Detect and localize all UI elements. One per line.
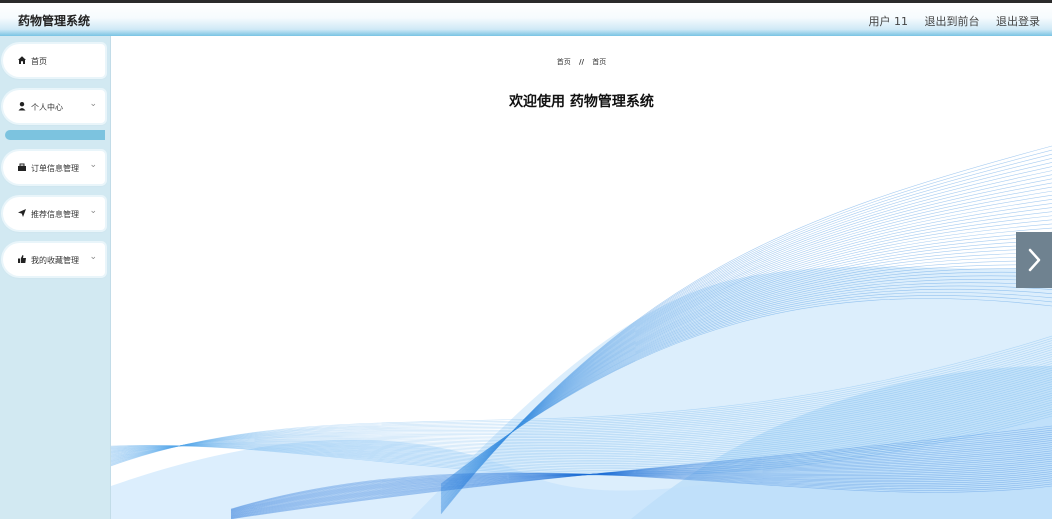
- chevron-down-icon: ⌄: [89, 252, 97, 262]
- sidebar-item-label: 个人中心: [31, 103, 63, 112]
- favorite-icon: [18, 255, 26, 263]
- breadcrumb-current: 首页: [592, 58, 607, 66]
- chevron-right-icon: [1028, 248, 1041, 272]
- main-content: 首页 // 首页 欢迎使用 药物管理系统: [111, 36, 1052, 519]
- header-links: 用户 11 退出到前台 退出登录: [856, 13, 1041, 29]
- chevron-down-icon: ⌄: [89, 206, 97, 216]
- order-icon: [18, 163, 26, 171]
- sidebar-selected-indicator: [5, 130, 105, 140]
- home-icon: [18, 56, 26, 64]
- sidebar-item-order-management[interactable]: 订单信息管理 ⌄: [3, 151, 105, 184]
- logout-link[interactable]: 退出登录: [996, 15, 1040, 28]
- user-label[interactable]: 用户 11: [869, 15, 909, 28]
- sidebar-item-label: 订单信息管理: [31, 164, 79, 173]
- sidebar-item-label: 首页: [31, 57, 47, 66]
- app-title: 药物管理系统: [18, 14, 91, 28]
- sidebar-item-label: 我的收藏管理: [31, 256, 79, 265]
- next-slide-button[interactable]: [1016, 232, 1052, 288]
- send-icon: [18, 209, 26, 217]
- chevron-down-icon: ⌄: [89, 160, 97, 170]
- top-header: 药物管理系统 用户 11 退出到前台 退出登录: [0, 3, 1052, 36]
- breadcrumb: 首页 // 首页: [111, 57, 1052, 67]
- sidebar-item-favorites-management[interactable]: 我的收藏管理 ⌄: [3, 243, 105, 276]
- sidebar-item-recommend-management[interactable]: 推荐信息管理 ⌄: [3, 197, 105, 230]
- user-icon: [18, 102, 26, 111]
- breadcrumb-home[interactable]: 首页: [557, 58, 571, 66]
- breadcrumb-separator: //: [578, 58, 585, 66]
- sidebar-item-home[interactable]: 首页: [3, 44, 105, 77]
- sidebar: 首页 个人中心 ⌄ 订单信息管理 ⌄ 推荐信息管理 ⌄ 我的收藏管理 ⌄: [0, 36, 111, 519]
- sidebar-item-label: 推荐信息管理: [31, 210, 79, 219]
- welcome-heading: 欢迎使用 药物管理系统: [509, 94, 654, 110]
- chevron-down-icon: ⌄: [89, 99, 97, 109]
- sidebar-item-personal-center[interactable]: 个人中心 ⌄: [3, 90, 105, 123]
- back-to-front-link[interactable]: 退出到前台: [925, 15, 980, 28]
